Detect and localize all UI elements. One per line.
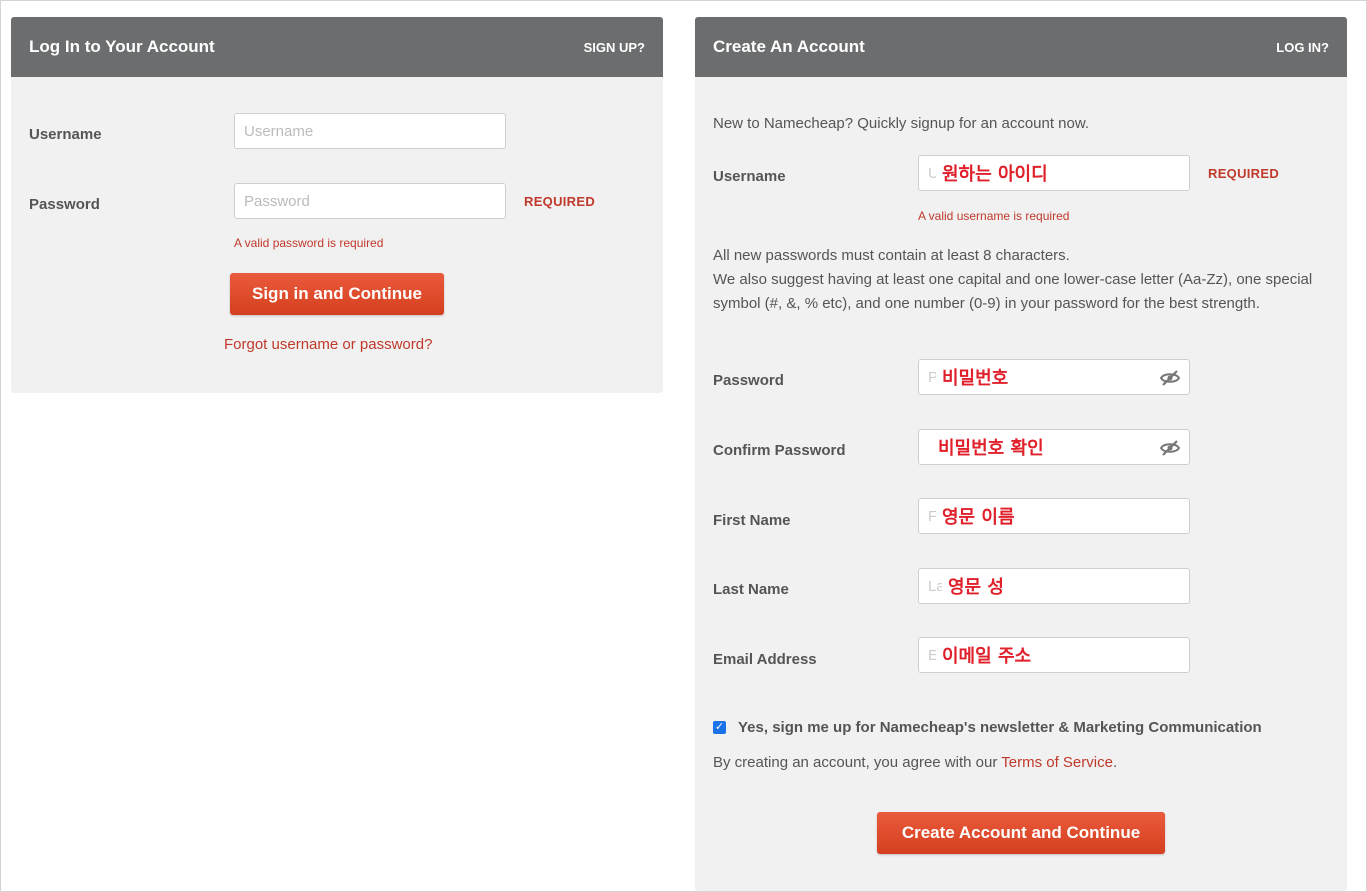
login-username-input[interactable]: Username [234,113,506,149]
signup-password-placeholder: P [928,369,936,386]
login-password-error: A valid password is required [234,236,384,250]
login-username-label: Username [29,126,102,143]
login-header: Log In to Your Account SIGN UP? [11,17,663,77]
first-name-placeholder: F [928,508,936,525]
login-password-label: Password [29,196,100,213]
signup-intro: New to Namecheap? Quickly signup for an … [713,115,1090,132]
create-account-button[interactable]: Create Account and Continue [877,812,1165,854]
newsletter-checkbox[interactable]: ✓ [713,721,726,734]
first-name-input[interactable]: F 영문 이름 [918,498,1190,534]
checkmark-icon: ✓ [714,721,725,733]
forgot-password-link[interactable]: Forgot username or password? [224,336,432,353]
signup-username-error: A valid username is required [918,209,1070,223]
confirm-password-input[interactable]: 비밀번호 확인 [918,429,1190,465]
signup-username-annotation: 원하는 아이디 [942,164,1048,185]
signup-password-annotation: 비밀번호 [942,368,1009,389]
login-panel: Log In to Your Account SIGN UP? Username… [11,17,663,393]
last-name-annotation: 영문 성 [948,577,1004,598]
signup-username-required: REQUIRED [1208,166,1280,181]
signup-password-input[interactable]: P 비밀번호 [918,359,1190,395]
signup-password-label: Password [713,372,784,389]
terms-prefix: By creating an account, you agree with o… [713,754,1002,771]
signup-title: Create An Account [713,37,865,56]
newsletter-label: Yes, sign me up for Namecheap's newslett… [738,719,1262,736]
password-rules: All new passwords must contain at least … [713,244,1323,316]
login-username-placeholder: Username [244,122,314,140]
first-name-annotation: 영문 이름 [942,507,1015,528]
last-name-input[interactable]: La 영문 성 [918,568,1190,604]
eye-slash-icon[interactable] [1159,369,1181,387]
signup-username-label: Username [713,168,786,185]
password-rules-line1: All new passwords must contain at least … [713,247,1070,264]
signup-link[interactable]: SIGN UP? [584,40,645,55]
sign-in-button[interactable]: Sign in and Continue [230,273,444,315]
last-name-placeholder: La [928,577,942,595]
login-password-required: REQUIRED [524,194,596,209]
terms-suffix: . [1112,754,1118,771]
signup-panel: Create An Account LOG IN? New to Nameche… [695,17,1347,891]
login-password-placeholder: Password [244,192,310,210]
email-input[interactable]: E 이메일 주소 [918,637,1190,673]
signup-username-input[interactable]: U 원하는 아이디 [918,155,1190,191]
eye-slash-icon[interactable] [1159,439,1181,457]
email-label: Email Address [713,651,817,668]
email-placeholder: E [928,647,936,664]
first-name-label: First Name [713,512,791,529]
signup-username-placeholder: U [928,165,936,182]
login-password-input[interactable]: Password [234,183,506,219]
terms-of-service-link[interactable]: Terms of Service [1001,754,1113,771]
confirm-password-annotation: 비밀번호 확인 [938,438,1044,459]
last-name-label: Last Name [713,581,789,598]
login-title: Log In to Your Account [29,37,215,56]
login-link[interactable]: LOG IN? [1276,40,1329,55]
signup-header: Create An Account LOG IN? [695,17,1347,77]
terms-text: By creating an account, you agree with o… [713,751,1117,775]
password-rules-line2: We also suggest having at least one capi… [713,271,1313,312]
confirm-password-label: Confirm Password [713,442,846,459]
email-annotation: 이메일 주소 [942,646,1032,667]
